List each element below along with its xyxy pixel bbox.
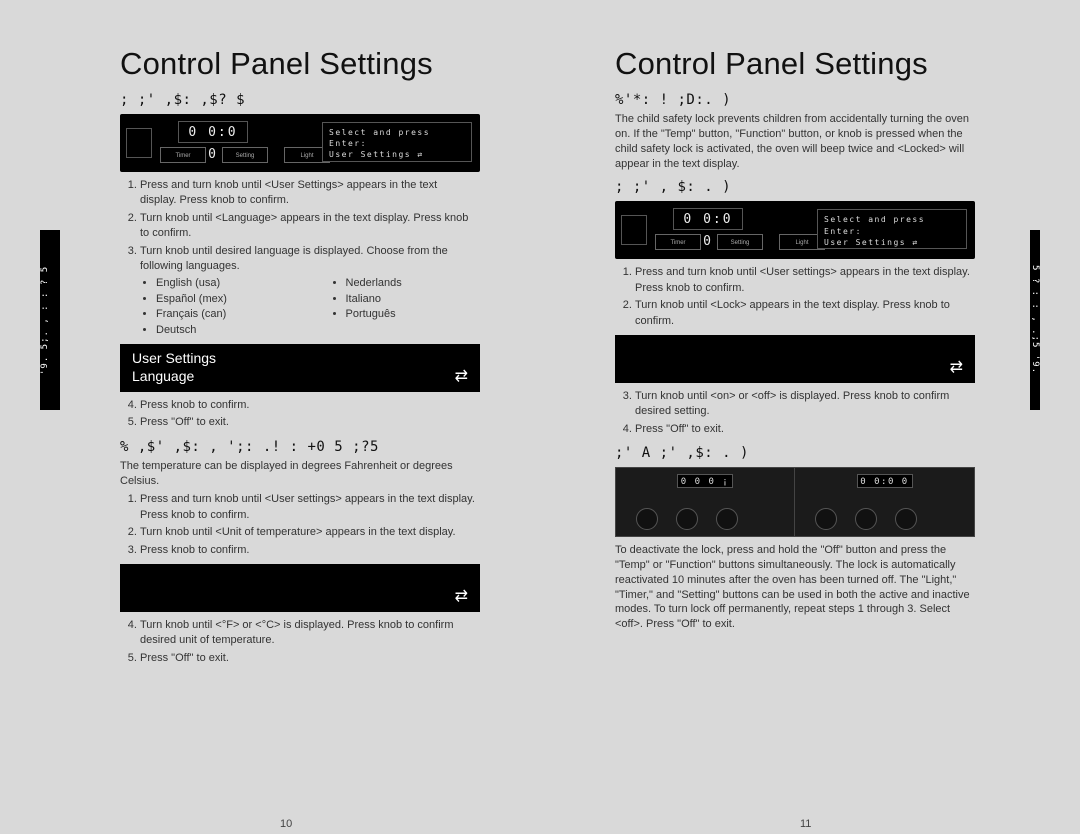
- step-item: Turn knob until <°F> or <°C> is displaye…: [140, 618, 475, 649]
- temp-intro: The temperature can be displayed in degr…: [120, 459, 475, 489]
- page-right: Control Panel Settings %'*: ! ;D:. ) The…: [555, 18, 1030, 816]
- step-item: Press and turn knob until <User settings…: [140, 492, 475, 523]
- steps-lock-a: Press and turn knob until <User settings…: [615, 265, 970, 329]
- knob-icon: [815, 508, 837, 530]
- panel-button: Setting: [222, 147, 268, 163]
- heading-temp-unit: % ,$' ,$: , ';: .! : +0 5 ;?5: [120, 439, 535, 455]
- panel-text-line: Select and press Enter:: [824, 214, 960, 236]
- language-option: Italiano: [346, 292, 476, 307]
- page-title-right: Control Panel Settings: [615, 46, 1030, 82]
- steps-temp-a: Press and turn knob until <User settings…: [120, 492, 475, 558]
- language-option: Deutsch: [156, 323, 286, 338]
- knob-icon: [676, 508, 698, 530]
- knob-icon: [716, 508, 738, 530]
- text-display-line: Language: [132, 368, 194, 384]
- step-item: Press "Off" to exit.: [140, 415, 475, 430]
- step-item: Turn knob until <on> or <off> is display…: [635, 389, 970, 420]
- heading-child-lock: %'*: ! ;D:. ): [615, 92, 1030, 108]
- step-item: Press and turn knob until <User settings…: [635, 265, 970, 296]
- knob-slot-icon: [621, 215, 647, 245]
- swap-icon: ⇄: [950, 357, 963, 377]
- step-item: Press and turn knob until <User Settings…: [140, 178, 475, 209]
- language-option: Nederlands: [346, 276, 476, 291]
- knob-slot-icon: [126, 128, 152, 158]
- page-number-left: 10: [280, 818, 292, 830]
- swap-icon: ⇄: [455, 586, 468, 606]
- panel-text-lcd: Select and press Enter: User Settings ⇄: [817, 209, 967, 249]
- step-item: Turn knob until <Unit of temperature> ap…: [140, 525, 475, 540]
- panel-text-lcd: Select and press Enter: User Settings ⇄: [322, 122, 472, 162]
- steps-temp-b: Turn knob until <°F> or <°C> is displaye…: [120, 618, 475, 666]
- panel-lcd: 0 0:0 0: [673, 208, 743, 230]
- page-left: Control Panel Settings ; ;' ,$: ,$? $ 0 …: [60, 18, 535, 816]
- page-number-right: 11: [800, 818, 811, 830]
- control-panel-illustration-1: 0 0:0 0 Timer Setting Light Select and p…: [120, 114, 480, 172]
- steps-language-a: Press and turn knob until <User Settings…: [120, 178, 475, 338]
- panel-text-line: Select and press Enter:: [329, 127, 465, 149]
- language-option: English (usa): [156, 276, 286, 291]
- panel-button: Setting: [717, 234, 763, 250]
- step-item: Turn knob until <Language> appears in th…: [140, 211, 475, 242]
- steps-language-b: Press knob to confirm. Press "Off" to ex…: [120, 398, 475, 431]
- panel-text-line: User Settings ⇄: [824, 237, 960, 248]
- swap-icon: ⇄: [455, 366, 468, 386]
- step-item: Press "Off" to exit.: [635, 422, 970, 437]
- knob-icon: [636, 508, 658, 530]
- knob-icon: [895, 508, 917, 530]
- double-oven-body: To deactivate the lock, press and hold t…: [615, 543, 970, 632]
- panel-lcd: 0 0:0 0: [178, 121, 248, 143]
- step-item: Press "Off" to exit.: [140, 651, 475, 666]
- text-display-language: User Settings Language ⇄: [120, 344, 480, 392]
- child-lock-intro: The child safety lock prevents children …: [615, 112, 970, 171]
- language-option: Português: [346, 307, 476, 322]
- text-display-temp: ⇄: [120, 564, 480, 612]
- mini-lcd-right: 0 0:0 0: [857, 474, 913, 488]
- language-option: Français (can): [156, 307, 286, 322]
- step-item: Press knob to confirm.: [140, 398, 475, 413]
- panel-button: Timer: [655, 234, 701, 250]
- text-display-line: User Settings: [132, 350, 216, 366]
- panel-button: Timer: [160, 147, 206, 163]
- step-item-text: Turn knob until desired language is disp…: [140, 245, 448, 272]
- steps-lock-b: Turn knob until <on> or <off> is display…: [615, 389, 970, 437]
- control-panel-illustration-2: 0 0:0 0 Timer Setting Light Select and p…: [615, 201, 975, 259]
- heading-double-oven: ;' A ;' ,$: . ): [615, 445, 1030, 461]
- mini-lcd-left: 0 0 0 ¡: [677, 474, 733, 488]
- page-title-left: Control Panel Settings: [120, 46, 535, 82]
- text-display-lock: ⇄: [615, 335, 975, 383]
- double-oven-illustration: 0 0 0 ¡ 0 0:0 0: [615, 467, 975, 537]
- heading-set-lock: ; ;' , $: . ): [615, 179, 1030, 195]
- language-list: English (usa) Español (mex) Français (ca…: [156, 276, 475, 338]
- panel-text-line: User Settings ⇄: [329, 149, 465, 160]
- side-tab-left: '9. 5;. , : : ? 5: [40, 230, 60, 410]
- step-item: Press knob to confirm.: [140, 543, 475, 558]
- step-item: Turn knob until <Lock> appears in the te…: [635, 298, 970, 329]
- heading-language: ; ;' ,$: ,$? $: [120, 92, 535, 108]
- knob-icon: [855, 508, 877, 530]
- language-option: Español (mex): [156, 292, 286, 307]
- step-item: Turn knob until desired language is disp…: [140, 244, 475, 338]
